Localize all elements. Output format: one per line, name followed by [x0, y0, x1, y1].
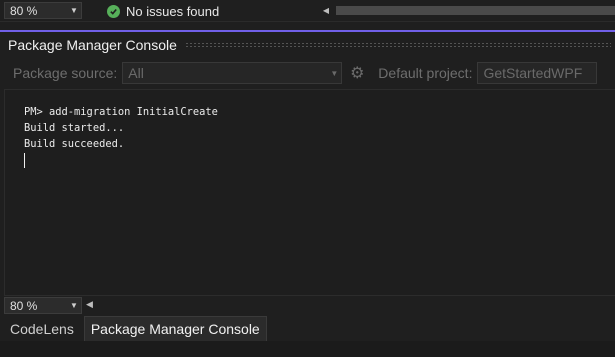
tab-label: CodeLens — [10, 320, 74, 337]
check-circle-icon — [107, 4, 120, 18]
console-toolbar: Package source: All ▼ ⚙ Default project:… — [0, 58, 615, 88]
tool-window-tabs: CodeLens Package Manager Console — [0, 316, 615, 341]
footer-strip — [0, 341, 615, 357]
scroll-left-icon[interactable]: ◀ — [320, 6, 332, 15]
drag-grip[interactable] — [184, 42, 611, 48]
chevron-down-icon: ▼ — [70, 301, 78, 310]
package-source-value: All — [128, 65, 144, 81]
tool-window-titlebar: Package Manager Console — [0, 30, 615, 58]
gear-icon[interactable]: ⚙ — [346, 62, 368, 84]
issues-indicator[interactable]: No issues found — [107, 3, 219, 19]
tab-codelens[interactable]: CodeLens — [4, 316, 80, 341]
editor-horizontal-scrollbar[interactable]: ◀ — [320, 3, 615, 18]
package-source-dropdown[interactable]: All ▼ — [122, 62, 343, 84]
console-zoom-bar: 80 % ▼ ◀ — [0, 296, 615, 316]
editor-zoom-value: 80 % — [10, 3, 38, 18]
console-zoom-dropdown[interactable]: 80 % ▼ — [4, 297, 82, 314]
default-project-dropdown[interactable]: GetStartedWPF — [477, 62, 598, 84]
default-project-label: Default project: — [378, 65, 473, 81]
issues-text: No issues found — [126, 3, 220, 19]
console-line: PM> add-migration InitialCreate — [24, 106, 218, 118]
package-source-label: Package source: — [13, 65, 118, 81]
tab-label: Package Manager Console — [90, 321, 260, 337]
scroll-left-icon[interactable]: ◀ — [86, 299, 93, 310]
default-project-value: GetStartedWPF — [483, 65, 583, 81]
editor-status-bar: 80 % ▼ No issues found ◀ — [0, 0, 615, 22]
console-zoom-value: 80 % — [10, 298, 38, 313]
scrollbar-thumb[interactable] — [336, 6, 615, 15]
console-output[interactable]: PM> add-migration InitialCreate Build st… — [4, 89, 615, 296]
editor-zoom-dropdown[interactable]: 80 % ▼ — [4, 2, 82, 19]
chevron-down-icon: ▼ — [330, 68, 339, 78]
console-line: Build succeeded. — [24, 138, 125, 150]
chevron-down-icon: ▼ — [70, 6, 78, 15]
console-line: Build started... — [24, 122, 125, 134]
tool-window-title: Package Manager Console — [8, 37, 177, 53]
tab-package-manager-console[interactable]: Package Manager Console — [83, 316, 267, 341]
text-cursor — [24, 153, 25, 168]
